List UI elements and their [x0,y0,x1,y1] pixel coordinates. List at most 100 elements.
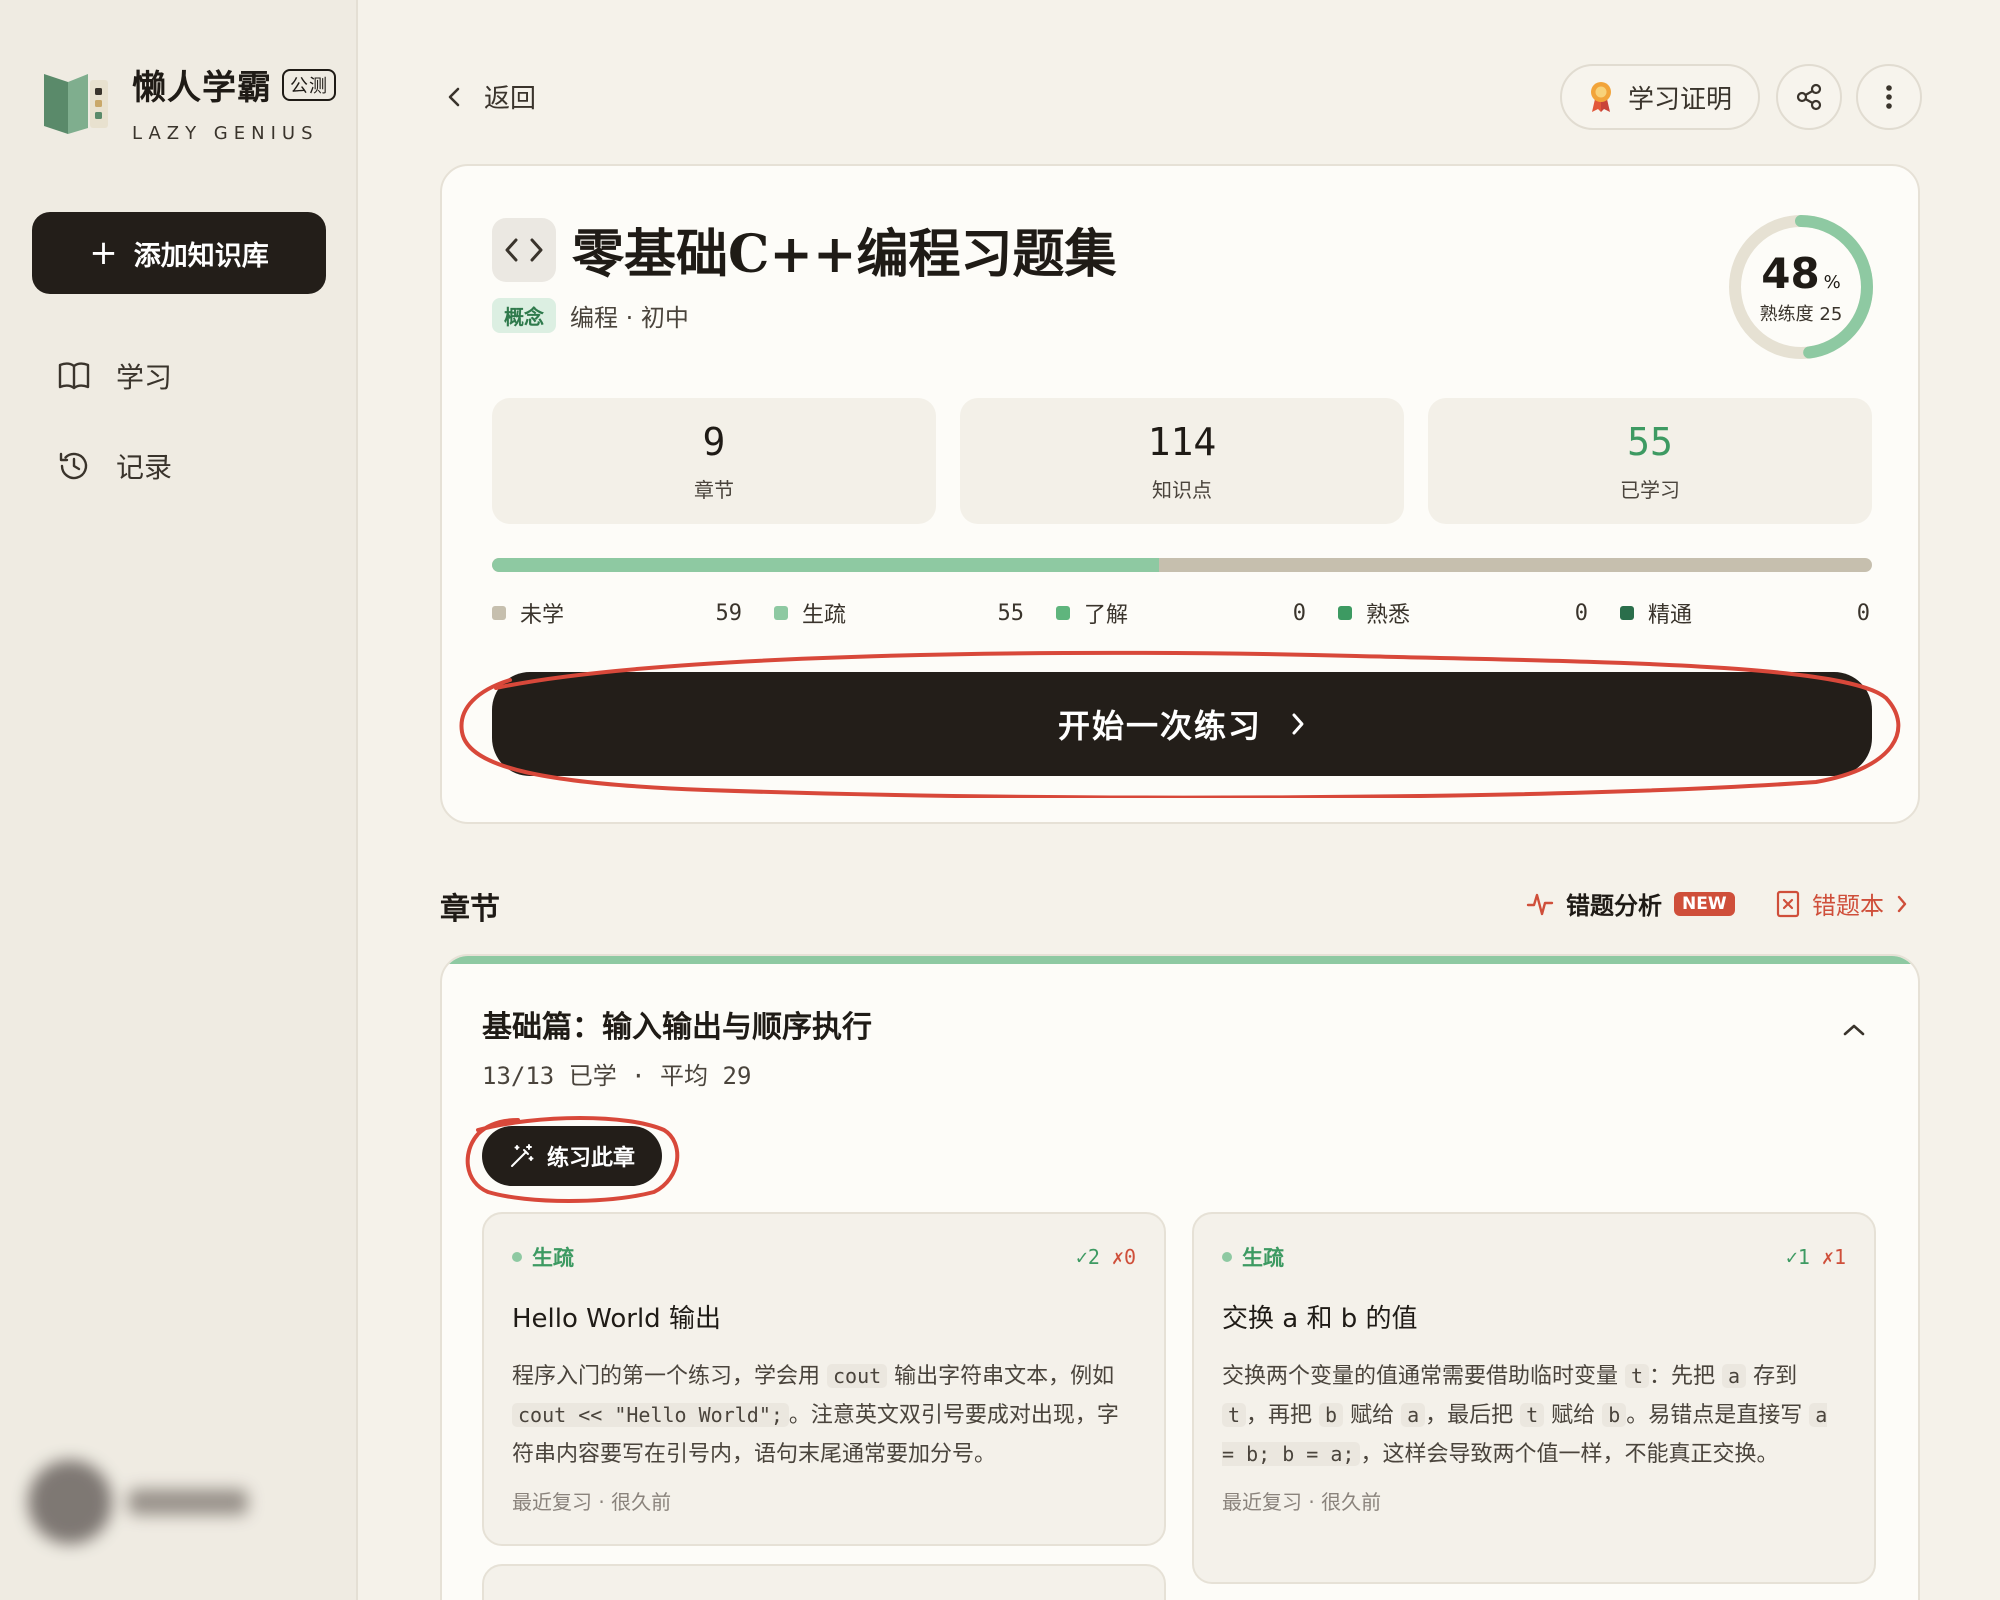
legend-count: 59 [715,600,743,626]
beta-badge: 公测 [282,68,336,101]
concept-tag: 概念 [492,298,556,333]
brand-subtitle: LAZY GENIUS [132,123,319,144]
legend-unfamiliar: 生疏 55 [774,598,1024,628]
last-review: 最近复习 · 很久前 [512,1490,672,1514]
mastery-readout: 48% 熟练度 25 [1726,212,1876,362]
correct-count: ✓2 [1075,1245,1100,1269]
wrong-count: ✗1 [1821,1245,1846,1269]
chapter-progress-stripe [442,956,1918,964]
practice-chapter-button[interactable]: 练习此章 [482,1126,662,1186]
legend-understood: 了解 0 [1056,598,1306,628]
mastery-label: 熟练度 25 [1759,303,1843,325]
status-badge: 生疏 [512,1242,574,1272]
error-book-icon [1776,890,1800,917]
chevron-up-icon [1843,1024,1865,1036]
magic-wand-icon [510,1144,534,1167]
mastery-progress-bar [492,558,1872,572]
sidebar-item-label: 记录 [116,451,173,484]
legend-label: 未学 [520,603,565,628]
course-overview-card: 零基础C++编程习题集 概念 编程 · 初中 48% 熟练度 25 9 章节 1… [440,164,1920,824]
practice-chapter-label: 练习此章 [546,1146,635,1171]
sidebar-item-study[interactable]: 学习 [56,356,172,396]
certificate-button[interactable]: 学习证明 [1560,64,1760,130]
sidebar-item-history[interactable]: 记录 [56,446,172,486]
status-dot [1222,1252,1232,1262]
share-icon [1796,83,1822,111]
legend-count: 55 [997,600,1025,626]
score-counter: ✓1 ✗1 [1786,1245,1846,1269]
course-title: 零基础C++编程习题集 [572,224,1117,285]
legend-count: 0 [1574,600,1588,626]
plus-icon: + [89,233,118,273]
back-button[interactable]: 返回 [444,78,536,115]
legend-swatch [774,606,788,620]
legend-count: 0 [1856,600,1870,626]
stat-value: 55 [1627,419,1673,464]
book-icon [58,362,90,390]
chevron-left-icon [448,87,460,106]
start-practice-label: 开始一次练习 [1057,707,1262,745]
history-icon [59,452,88,480]
stat-label: 知识点 [1152,477,1212,502]
legend-count: 0 [1292,600,1306,626]
book-logo-icon [40,66,112,138]
mastery-progress-fill [492,558,1159,572]
stat-chapters: 9 章节 [492,398,936,524]
score-counter: ✓2 ✗0 [1076,1245,1136,1269]
avatar [28,1460,112,1544]
chevron-right-icon [1897,895,1907,912]
chapters-heading: 章节 [440,892,500,927]
course-meta: 概念 编程 · 初中 [492,298,689,333]
stat-value: 114 [1147,419,1217,464]
mastery-unit: % [1823,271,1841,293]
add-knowledge-base-button[interactable]: + 添加知识库 [32,212,326,294]
stat-value: 9 [702,419,726,464]
error-book-link[interactable]: 错题本 [1776,886,1908,921]
legend-label: 精通 [1648,603,1693,628]
code-icon [492,218,556,282]
pulse-icon [1526,893,1554,915]
share-button[interactable] [1776,64,1842,130]
knowledge-point-title: Hello World 输出 [512,1304,721,1334]
status-label: 生疏 [1242,1246,1284,1270]
status-label: 生疏 [532,1246,574,1270]
legend-label: 生疏 [802,603,847,628]
chapter-meta: 13/13 已学 · 平均 29 [482,1062,752,1090]
new-badge: NEW [1674,891,1735,916]
collapse-button[interactable] [1842,1022,1866,1042]
legend-swatch [1620,606,1634,620]
status-dot [512,1252,522,1262]
chapter-title: 基础篇：输入输出与顺序执行 [482,1010,872,1045]
stat-learned: 55 已学习 [1428,398,1872,524]
error-book-label: 错题本 [1812,892,1884,920]
course-subject: 编程 · 初中 [570,304,689,332]
stat-label: 已学习 [1620,477,1680,502]
legend-swatch [1056,606,1070,620]
more-options-button[interactable] [1856,64,1922,130]
chapter-card: 基础篇：输入输出与顺序执行 13/13 已学 · 平均 29 练习此章 生疏 ✓… [440,954,1920,1600]
legend-familiar: 熟悉 0 [1338,598,1588,628]
more-vertical-icon [1886,85,1892,109]
legend-mastered: 精通 0 [1620,598,1870,628]
error-analysis-link[interactable]: 错题分析 NEW [1526,886,1735,921]
sidebar: 懒人学霸 公测 LAZY GENIUS + 添加知识库 学习 记录 [0,0,358,1600]
legend-swatch [492,606,506,620]
sidebar-item-label: 学习 [116,361,173,394]
chevron-right-icon [1292,713,1304,735]
knowledge-point-card[interactable] [482,1564,1166,1600]
brand-name: 懒人学霸 [132,68,272,108]
status-badge: 生疏 [1222,1242,1284,1272]
user-name-redacted [128,1489,248,1515]
legend-not-learned: 未学 59 [492,598,742,628]
brand-logo[interactable]: 懒人学霸 公测 LAZY GENIUS [40,60,336,144]
stat-knowledge-points: 114 知识点 [960,398,1404,524]
award-icon [1590,82,1611,112]
knowledge-point-card[interactable]: 生疏 ✓1 ✗1 交换 a 和 b 的值 交换两个变量的值通常需要借助临时变量 t… [1192,1212,1876,1584]
last-review: 最近复习 · 很久前 [1222,1490,1382,1514]
knowledge-point-card[interactable]: 生疏 ✓2 ✗0 Hello World 输出 程序入门的第一个练习，学会用 co… [482,1212,1166,1546]
knowledge-point-description: 交换两个变量的值通常需要借助临时变量 t ：先把 a 存到 t ，再把 b 赋给 a… [1222,1364,1828,1467]
user-profile[interactable] [28,1460,248,1544]
stat-label: 章节 [694,477,734,502]
error-analysis-label: 错题分析 [1566,892,1662,920]
start-practice-button[interactable]: 开始一次练习 [492,672,1872,776]
